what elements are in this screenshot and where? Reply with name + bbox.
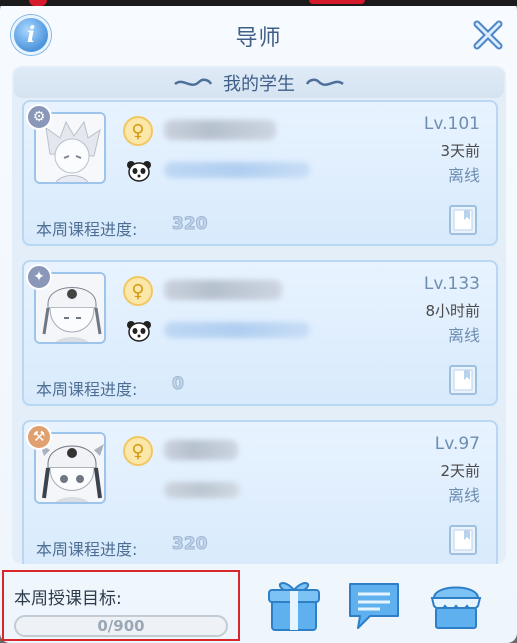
- window-header: i 导师: [0, 6, 517, 62]
- gift-icon[interactable]: [266, 576, 322, 634]
- section-title: 我的学生: [223, 74, 295, 95]
- progress-label: 本周课程进度:: [36, 540, 138, 559]
- chat-icon[interactable]: [346, 576, 402, 634]
- section-header: 我的学生: [14, 68, 504, 98]
- mentor-window: i 导师 我的学生 ⚙ ♀ Lv.101 3天前 离线 本周课程进度: 320 …: [0, 0, 517, 643]
- student-card[interactable]: ⚒ ♀ Lv.97 2天前 离线 本周课程进度: 320: [22, 420, 498, 564]
- panda-icon: [127, 321, 151, 342]
- last-online: 3天前: [440, 142, 480, 160]
- student-card[interactable]: ✦ ♀ Lv.133 8小时前 离线 本周课程进度: 0: [22, 260, 498, 406]
- female-icon: ♀: [123, 116, 153, 146]
- last-online: 8小时前: [425, 302, 480, 320]
- student-name-blurred: [164, 120, 276, 140]
- bottom-bar: 本周授课目标: 0/900: [0, 566, 517, 643]
- guild-name-blurred: [164, 322, 310, 338]
- goal-label: 本周授课目标:: [14, 589, 122, 609]
- ornament-right-icon: [305, 78, 344, 86]
- progress-label: 本周课程进度:: [36, 220, 138, 239]
- student-name-blurred: [164, 280, 282, 300]
- progress-label: 本周课程进度:: [36, 380, 138, 399]
- panda-icon: [127, 161, 151, 182]
- online-status: 离线: [447, 326, 480, 345]
- student-name-blurred: [164, 440, 238, 460]
- student-card[interactable]: ⚙ ♀ Lv.101 3天前 离线 本周课程进度: 320: [22, 100, 498, 246]
- student-level: Lv.101: [423, 114, 480, 134]
- goal-progress-bar: 0/900: [14, 615, 228, 637]
- student-level: Lv.97: [434, 434, 480, 454]
- book-icon[interactable]: [448, 364, 478, 396]
- guild-name-blurred: [164, 482, 240, 498]
- last-online: 2天前: [440, 462, 480, 480]
- online-status: 离线: [447, 166, 480, 185]
- student-level: Lv.133: [423, 274, 480, 294]
- ornament-left-icon: [174, 78, 213, 86]
- goal-progress-text: 0/900: [97, 617, 145, 635]
- progress-value: 320: [172, 214, 208, 235]
- student-list[interactable]: 我的学生 ⚙ ♀ Lv.101 3天前 离线 本周课程进度: 320 ✦ ♀ L…: [12, 66, 506, 564]
- close-icon[interactable]: [472, 19, 504, 51]
- progress-value: 0: [172, 374, 185, 395]
- class-badge-icon: ⚙: [26, 104, 52, 130]
- female-icon: ♀: [123, 436, 153, 466]
- class-badge-icon: ⚒: [26, 424, 52, 450]
- window-title: 导师: [235, 26, 282, 51]
- book-icon[interactable]: [448, 524, 478, 556]
- weekly-teaching-goal: 本周授课目标: 0/900: [2, 570, 240, 641]
- notification-dot: [309, 0, 365, 4]
- class-badge-icon: ✦: [26, 264, 52, 290]
- online-status: 离线: [447, 486, 480, 505]
- progress-value: 320: [172, 534, 208, 555]
- guild-name-blurred: [164, 162, 310, 178]
- book-icon[interactable]: [448, 204, 478, 236]
- female-icon: ♀: [123, 276, 153, 306]
- shop-icon[interactable]: [428, 576, 484, 634]
